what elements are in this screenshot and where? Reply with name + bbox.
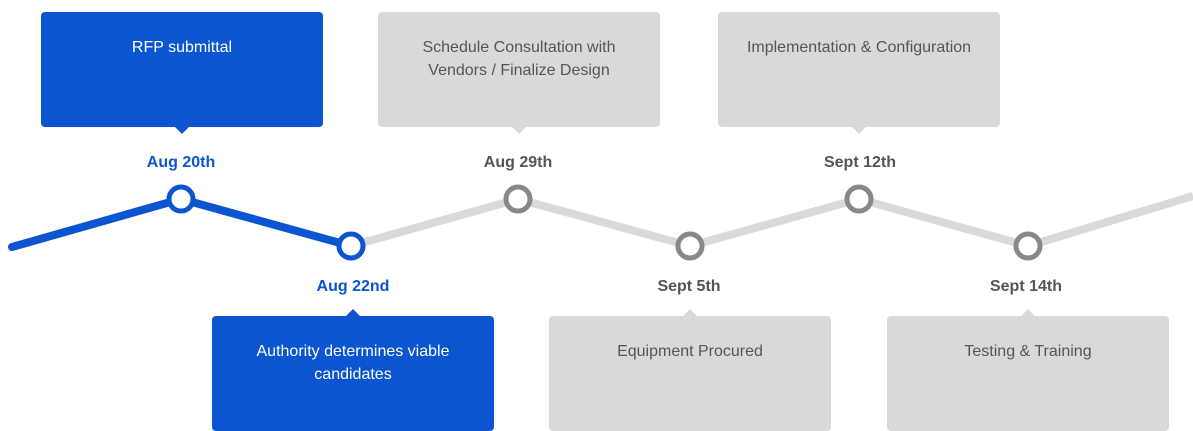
timeline-segment-complete xyxy=(177,195,355,250)
timeline-segment-complete xyxy=(8,195,185,251)
milestone-card-rfp-submittal: RFP submittal xyxy=(41,12,323,134)
timeline-segment-pending xyxy=(1026,192,1193,250)
milestone-card-schedule-consultation: Schedule Consultation with Vendors / Fin… xyxy=(378,12,660,134)
milestone-label: Authority determines viable candidates xyxy=(256,343,450,383)
milestone-date-aug-20: Aug 20th xyxy=(146,154,216,171)
milestone-card-implementation: Implementation & Configuration xyxy=(718,12,1000,134)
milestone-node-aug-20 xyxy=(166,184,196,214)
milestone-card-equipment-procured: Equipment Procured xyxy=(549,309,831,431)
milestone-date-sept-14: Sept 14th xyxy=(989,278,1062,295)
milestone-date-aug-29: Aug 29th xyxy=(483,154,553,171)
milestone-date-aug-22: Aug 22nd xyxy=(316,278,390,295)
milestone-label: Testing & Training xyxy=(964,343,1092,360)
milestone-node-aug-29 xyxy=(503,184,533,214)
milestone-node-sept-5 xyxy=(675,231,705,261)
milestone-label: RFP submittal xyxy=(131,39,233,56)
milestone-date-sept-12: Sept 12th xyxy=(823,154,896,171)
milestone-date-sept-5: Sept 5th xyxy=(657,278,721,295)
milestone-node-sept-12 xyxy=(844,184,874,214)
timeline-segment-pending xyxy=(349,195,520,250)
milestone-card-authority-determines: Authority determines viable candidates xyxy=(212,309,494,431)
timeline-segment-pending xyxy=(688,195,861,250)
milestone-card-testing-training: Testing & Training xyxy=(887,309,1169,431)
milestone-label: Equipment Procured xyxy=(617,343,763,360)
timeline-segment-pending xyxy=(857,195,1030,250)
timeline-segment-pending xyxy=(516,195,692,250)
milestone-label: Schedule Consultation with Vendors / Fin… xyxy=(422,39,616,79)
milestone-node-aug-22 xyxy=(336,231,366,261)
milestone-label: Implementation & Configuration xyxy=(746,39,972,56)
milestone-node-sept-14 xyxy=(1013,231,1043,261)
